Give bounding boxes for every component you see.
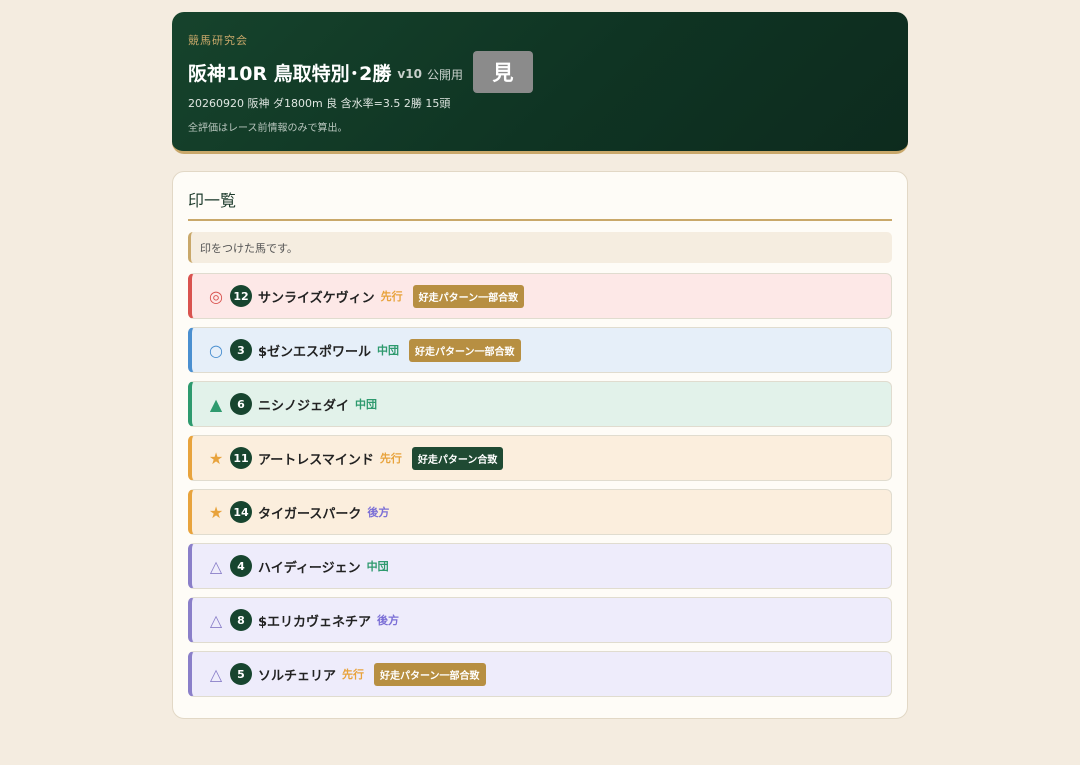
running-style: 先行 — [380, 290, 403, 303]
pattern-badge: 好走パターン一部合致 — [374, 662, 486, 686]
org-name: 競馬研究会 — [188, 34, 248, 47]
race-header: 競馬研究会 阪神10R 鳥取特別･2勝 v10 公開用 見 20260920 阪… — [172, 12, 908, 154]
horse-row[interactable]: △ 4 ハイディージェン 中団 — [188, 543, 892, 589]
horse-row[interactable]: ★ 11 アートレスマインド 先行 好走パターン合致 — [188, 435, 892, 481]
running-style: 後方 — [367, 506, 390, 519]
panel-title: 印一覧 — [188, 188, 892, 221]
running-style: 中団 — [377, 344, 400, 357]
horse-number: 5 — [230, 663, 252, 685]
horse-number: 8 — [230, 609, 252, 631]
race-info: 20260920 阪神 ダ1800m 良 含水率=3.5 2勝 15頭 — [188, 97, 451, 110]
triangle-outline-mark-icon: △ — [209, 664, 223, 684]
pattern-badge: 好走パターン合致 — [411, 446, 504, 470]
running-style: 先行 — [379, 452, 402, 465]
horse-row[interactable]: △ 5 ソルチェリア 先行 好走パターン一部合致 — [188, 651, 892, 697]
view-badge[interactable]: 見 — [472, 51, 533, 93]
triangle-outline-mark-icon: △ — [209, 556, 223, 576]
horse-number: 3 — [230, 339, 252, 361]
horse-row[interactable]: ★ 14 タイガースパーク 後方 — [188, 489, 892, 535]
horse-row[interactable]: ▲ 6 ニシノジェダイ 中団 — [188, 381, 892, 427]
horse-number: 11 — [230, 447, 252, 469]
horse-name: $エリカヴェネチア — [258, 614, 372, 630]
running-style: 中団 — [366, 560, 389, 573]
horse-name: サンライズケヴィン — [258, 290, 375, 306]
running-style: 後方 — [377, 614, 400, 627]
horse-name: アートレスマインド — [258, 452, 374, 468]
horse-name: タイガースパーク — [258, 506, 362, 522]
running-style: 中団 — [355, 398, 378, 411]
horse-name: ニシノジェダイ — [258, 398, 350, 414]
triangle-outline-mark-icon: △ — [209, 610, 223, 630]
horse-number: 4 — [230, 555, 252, 577]
info-box: 印をつけた馬です。 — [188, 232, 892, 263]
page-wrapper: 競馬研究会 阪神10R 鳥取特別･2勝 v10 公開用 見 20260920 阪… — [172, 12, 908, 719]
evaluation-note: 全評価はレース前情報のみで算出。 — [188, 123, 348, 134]
horse-number: 12 — [230, 285, 252, 307]
public-label: 公開用 — [426, 67, 463, 82]
horse-name: ハイディージェン — [258, 560, 361, 576]
version-label: v10 — [397, 67, 422, 81]
star-mark-icon: ★ — [208, 502, 224, 522]
pattern-badge: 好走パターン一部合致 — [409, 338, 521, 362]
title-row: 阪神10R 鳥取特別･2勝 v10 公開用 見 — [188, 51, 892, 93]
horse-name: $ゼンエスポワール — [258, 344, 372, 360]
horse-number: 14 — [230, 501, 252, 523]
horse-row[interactable]: ◎ 12 サンライズケヴィン 先行 好走パターン一部合致 — [188, 273, 892, 319]
pattern-badge: 好走パターン一部合致 — [412, 284, 525, 308]
race-title: 阪神10R 鳥取特別･2勝 — [188, 62, 392, 85]
marks-panel: 印一覧 印をつけた馬です。 ◎ 12 サンライズケヴィン 先行 好走パターン一部… — [172, 171, 908, 719]
horse-name: ソルチェリア — [258, 668, 337, 684]
horse-row[interactable]: △ 8 $エリカヴェネチア 後方 — [188, 597, 892, 643]
triangle-filled-mark-icon: ▲ — [209, 394, 223, 414]
running-style: 先行 — [342, 668, 365, 681]
double-circle-mark-icon: ◎ — [209, 286, 223, 306]
star-mark-icon: ★ — [208, 448, 224, 468]
circle-mark-icon: ○ — [209, 340, 223, 360]
horse-number: 6 — [230, 393, 252, 415]
horse-list: ◎ 12 サンライズケヴィン 先行 好走パターン一部合致 ○ 3 $ゼンエスポワ… — [188, 273, 892, 697]
horse-row[interactable]: ○ 3 $ゼンエスポワール 中団 好走パターン一部合致 — [188, 327, 892, 373]
